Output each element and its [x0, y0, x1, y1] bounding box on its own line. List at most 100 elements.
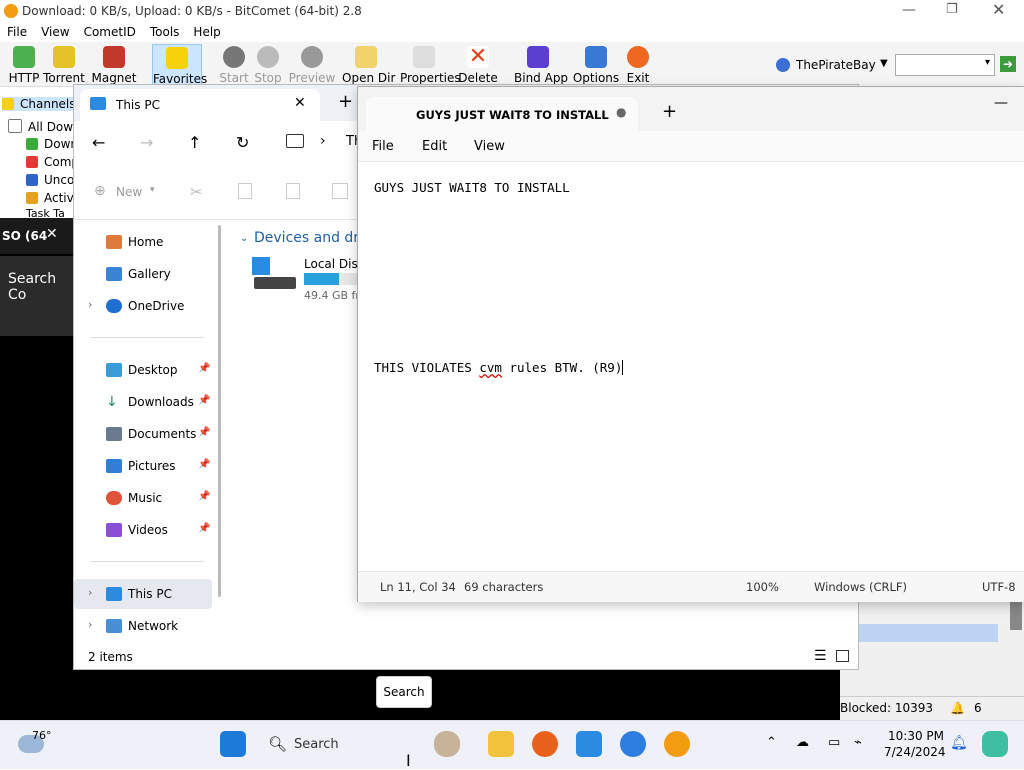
sidebar-item-downloads[interactable]: ↓ Downloads 📌: [74, 387, 212, 417]
taskbar-search-box[interactable]: 🔍︎ Search: [262, 731, 418, 759]
properties-button[interactable]: Properties: [400, 44, 461, 85]
stop-button[interactable]: Stop: [244, 44, 292, 85]
expand-chevron-icon[interactable]: ›: [88, 586, 92, 599]
notepad-tab[interactable]: GUYS JUST WAIT8 TO INSTALL ●: [366, 97, 638, 131]
new-button[interactable]: New: [116, 185, 142, 199]
open-dir-button[interactable]: Open Dir: [342, 44, 395, 85]
copilot-icon[interactable]: [982, 731, 1008, 757]
unsaved-dot-icon[interactable]: ●: [616, 105, 626, 119]
cut-icon[interactable]: ✂: [190, 183, 203, 201]
local-disk-item[interactable]: Local Disk 49.4 GB fre: [250, 255, 366, 305]
monitor-icon[interactable]: [286, 134, 304, 148]
copilot-widget-icon[interactable]: [434, 731, 460, 757]
favorites-button[interactable]: Favorites: [152, 44, 207, 86]
chevron-up-icon[interactable]: ⌃: [766, 735, 777, 750]
weather-temp[interactable]: 76°: [32, 729, 52, 742]
close-icon[interactable]: ✕: [294, 95, 306, 111]
taskbar: 76° 🔍︎ Search I ⌃ ☁ ▭ ⌁ 10:30 PM 7/24/20…: [0, 720, 1024, 770]
sidebar-scrollbar[interactable]: [218, 225, 221, 597]
delete-button[interactable]: ✕ Delete: [454, 44, 502, 86]
notepad-text-line-1[interactable]: GUYS JUST WAIT8 TO INSTALL: [374, 180, 570, 195]
rename-icon[interactable]: [332, 183, 348, 199]
details-view-icon[interactable]: ☰: [814, 648, 827, 664]
display-icon[interactable]: ▭: [828, 735, 840, 750]
notification-bell-icon[interactable]: 🔔︎: [950, 735, 968, 751]
sidebar-item-documents[interactable]: Documents 📌: [74, 419, 212, 449]
network-status-icon[interactable]: ⌁: [854, 735, 862, 750]
notepad-text-line-2[interactable]: THIS VIOLATES cvm rules BTW. (R9): [374, 360, 631, 375]
sidebar-item-pictures[interactable]: Pictures 📌: [74, 451, 212, 481]
file-explorer-icon[interactable]: [488, 731, 514, 757]
expand-chevron-icon[interactable]: ›: [88, 298, 92, 311]
pin-icon: 📌: [198, 459, 211, 470]
new-tab-icon[interactable]: +: [662, 101, 677, 122]
search-site-label[interactable]: ThePirateBay: [796, 58, 876, 72]
encoding[interactable]: UTF-8: [982, 580, 1016, 594]
notepad-taskbar-icon[interactable]: [576, 731, 602, 757]
collapse-chevron-icon[interactable]: ⌄: [240, 233, 248, 244]
sidebar-item-network[interactable]: › Network: [74, 611, 212, 641]
back-arrow-icon[interactable]: ←: [92, 133, 105, 152]
sidebar-item-gallery[interactable]: Gallery: [74, 259, 212, 289]
notepad-menu-edit[interactable]: Edit: [422, 139, 447, 154]
new-tab-icon[interactable]: +: [338, 91, 353, 112]
tree-completed[interactable]: Comp: [26, 155, 79, 169]
tiles-view-icon[interactable]: [836, 650, 849, 662]
explorer-tab-this-pc[interactable]: This PC ✕: [80, 89, 320, 121]
sidebar-item-onedrive[interactable]: › OneDrive: [74, 291, 212, 321]
menu-file[interactable]: File: [0, 22, 34, 39]
tree-uncompleted[interactable]: Unco: [26, 173, 74, 187]
clock-date[interactable]: 7/24/2024: [884, 745, 946, 759]
chrome-icon[interactable]: [620, 731, 646, 757]
onedrive-offline-icon[interactable]: ☁: [796, 735, 809, 750]
site-dropdown-icon[interactable]: ▼: [880, 58, 888, 69]
tree-downloading[interactable]: Down: [26, 137, 78, 151]
zoom-level[interactable]: 100%: [746, 580, 779, 594]
sidebar-item-desktop[interactable]: Desktop 📌: [74, 355, 212, 385]
exit-button[interactable]: Exit: [614, 44, 662, 85]
menu-view[interactable]: View: [34, 22, 76, 39]
forward-arrow-icon[interactable]: →: [140, 133, 153, 152]
scrollbar[interactable]: [1010, 600, 1022, 630]
tree-active[interactable]: Activ: [26, 191, 74, 205]
firefox-icon[interactable]: [532, 731, 558, 757]
expand-chevron-icon[interactable]: ›: [88, 618, 92, 631]
menu-tools[interactable]: Tools: [143, 22, 187, 39]
menu-cometid[interactable]: CometID: [77, 22, 143, 39]
stop-icon: [257, 46, 279, 68]
bitcomet-taskbar-icon[interactable]: [664, 731, 690, 757]
options-button[interactable]: Options: [572, 44, 620, 85]
sidebar-item-home[interactable]: Home: [74, 227, 212, 257]
minimize-icon[interactable]: —: [902, 2, 916, 18]
refresh-icon[interactable]: ↻: [236, 133, 249, 152]
go-arrow-icon[interactable]: ➜: [1000, 56, 1016, 72]
line-ending[interactable]: Windows (CRLF): [814, 580, 907, 594]
dark-search-panel[interactable]: Search Co: [0, 256, 74, 336]
notepad-menu-view[interactable]: View: [474, 139, 505, 154]
tree-all-downloads[interactable]: All Down: [8, 119, 81, 134]
sidebar-item-this-pc[interactable]: › This PC: [74, 579, 212, 609]
sidebar-item-videos[interactable]: Videos 📌: [74, 515, 212, 545]
copy-icon[interactable]: [238, 183, 252, 199]
magnet-button[interactable]: Magnet: [90, 44, 138, 85]
dark-app-tab[interactable]: SO (64 ✕: [0, 218, 74, 254]
torrent-button[interactable]: Torrent: [40, 44, 88, 85]
close-icon[interactable]: ✕: [46, 226, 58, 242]
notepad-menu-file[interactable]: File: [372, 139, 394, 154]
sidebar-item-music[interactable]: Music 📌: [74, 483, 212, 513]
bind-app-button[interactable]: Bind App: [514, 44, 568, 85]
paste-icon[interactable]: [286, 183, 300, 199]
minimize-icon[interactable]: —: [994, 95, 1008, 111]
options-icon: [585, 46, 607, 68]
tree-channels[interactable]: Channels: [2, 97, 78, 111]
preview-button[interactable]: Preview: [288, 44, 336, 85]
restore-icon[interactable]: ❐: [946, 2, 958, 17]
clock-time[interactable]: 10:30 PM: [888, 729, 944, 743]
globe-icon: [776, 58, 790, 72]
bitcomet-search-input[interactable]: ▾: [895, 54, 995, 76]
up-arrow-icon[interactable]: ↑: [188, 133, 201, 152]
misspelled-word[interactable]: cvm: [479, 360, 502, 375]
menu-help[interactable]: Help: [186, 22, 227, 39]
start-windows-icon[interactable]: [220, 731, 246, 757]
close-icon[interactable]: ✕: [992, 0, 1005, 19]
